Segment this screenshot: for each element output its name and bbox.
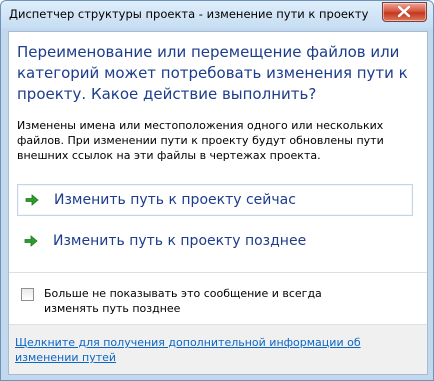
close-button[interactable]: [382, 2, 427, 22]
green-arrow-icon: [24, 235, 38, 247]
command-link-change-now[interactable]: Изменить путь к проекту сейчас: [17, 184, 413, 216]
command-link-label: Изменить путь к проекту сейчас: [54, 192, 296, 208]
main-instruction: Переименование или перемещение файлов ил…: [17, 43, 408, 103]
window-title: Диспетчер структуры проекта - изменение …: [9, 7, 369, 21]
more-info-link[interactable]: Щелкните для получения дополнительной ин…: [15, 335, 421, 365]
separator: [9, 272, 427, 273]
command-link-change-later[interactable]: Изменить путь к проекту позднее: [17, 226, 413, 258]
dont-show-again-checkbox[interactable]: [21, 288, 34, 301]
green-arrow-icon: [25, 194, 39, 206]
dialog-window: Диспетчер структуры проекта - изменение …: [0, 0, 434, 381]
title-bar[interactable]: Диспетчер структуры проекта - изменение …: [1, 1, 433, 29]
close-icon: [398, 6, 410, 17]
content-text: Изменены имена или местоположения одного…: [17, 119, 384, 162]
dont-show-again-label[interactable]: Больше не показывать это сообщение и все…: [44, 286, 374, 316]
dialog-body: Переименование или перемещение файлов ил…: [8, 31, 428, 375]
command-link-label: Изменить путь к проекту позднее: [53, 233, 307, 249]
footer-area: Щелкните для получения дополнительной ин…: [9, 325, 427, 374]
